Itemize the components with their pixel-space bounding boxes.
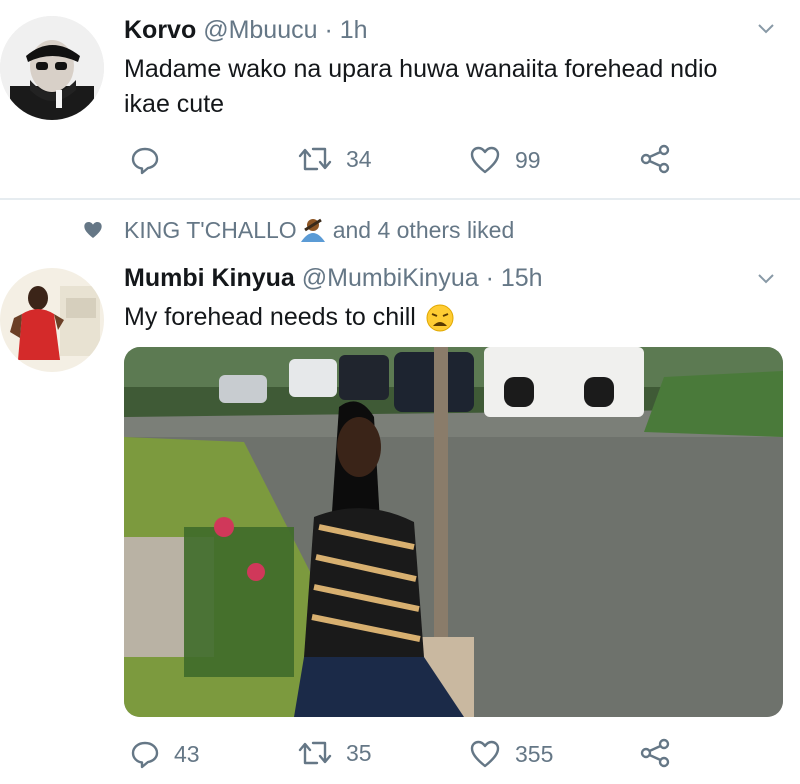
- retweet-icon: [298, 741, 332, 765]
- avatar[interactable]: [0, 268, 104, 372]
- tweet-mumbi[interactable]: Mumbi Kinyua @MumbiKinyua · 15h My foreh…: [0, 200, 800, 784]
- tweet-text: Madame wako na upara huwa wanaiita foreh…: [124, 52, 717, 122]
- tweet-header: Mumbi Kinyua @MumbiKinyua · 15h: [124, 264, 543, 293]
- timestamp[interactable]: 15h: [501, 264, 543, 292]
- reply-count: 43: [174, 740, 200, 767]
- reply-icon: [131, 147, 159, 175]
- tweet-text-line: My forehead needs to chill: [124, 303, 416, 331]
- like-button[interactable]: 355: [469, 739, 553, 769]
- heart-icon: [470, 740, 500, 768]
- retweet-button[interactable]: 35: [298, 739, 372, 767]
- tweet-header: Korvo @Mbuucu · 1h: [124, 16, 368, 45]
- reply-button[interactable]: [130, 145, 174, 175]
- like-count: 99: [515, 146, 541, 173]
- share-icon: [640, 738, 670, 768]
- tweet-text: My forehead needs to chill: [124, 300, 454, 335]
- avatar[interactable]: [0, 16, 104, 120]
- timestamp[interactable]: 1h: [340, 16, 368, 44]
- tweet-text-line: ikae cute: [124, 90, 225, 118]
- tweet-korvo[interactable]: Korvo @Mbuucu · 1h Madame wako na upara …: [0, 0, 800, 198]
- share-icon: [640, 144, 670, 174]
- reply-icon: [131, 741, 159, 769]
- reply-button[interactable]: 43: [130, 739, 200, 769]
- like-count: 355: [515, 740, 554, 767]
- chevron-down-icon[interactable]: [758, 274, 774, 284]
- display-name[interactable]: Korvo: [124, 16, 196, 44]
- handle[interactable]: @Mbuucu: [203, 16, 317, 44]
- share-button[interactable]: [639, 737, 671, 769]
- retweet-count: 34: [346, 145, 372, 172]
- like-button[interactable]: 99: [469, 145, 541, 175]
- share-button[interactable]: [639, 143, 671, 175]
- separator: ·: [485, 264, 494, 292]
- weary-face-emoji-icon: [426, 304, 454, 331]
- heart-icon: [470, 146, 500, 174]
- retweet-button[interactable]: 34: [298, 145, 372, 173]
- display-name[interactable]: Mumbi Kinyua: [124, 264, 295, 292]
- separator: ·: [324, 16, 333, 44]
- retweet-icon: [298, 147, 332, 171]
- retweet-count: 35: [346, 739, 372, 766]
- handle[interactable]: @MumbiKinyua: [302, 264, 479, 292]
- chevron-down-icon[interactable]: [758, 24, 774, 34]
- tweet-photo[interactable]: [124, 347, 783, 717]
- tweet-text-line: Madame wako na upara huwa wanaiita foreh…: [124, 55, 718, 83]
